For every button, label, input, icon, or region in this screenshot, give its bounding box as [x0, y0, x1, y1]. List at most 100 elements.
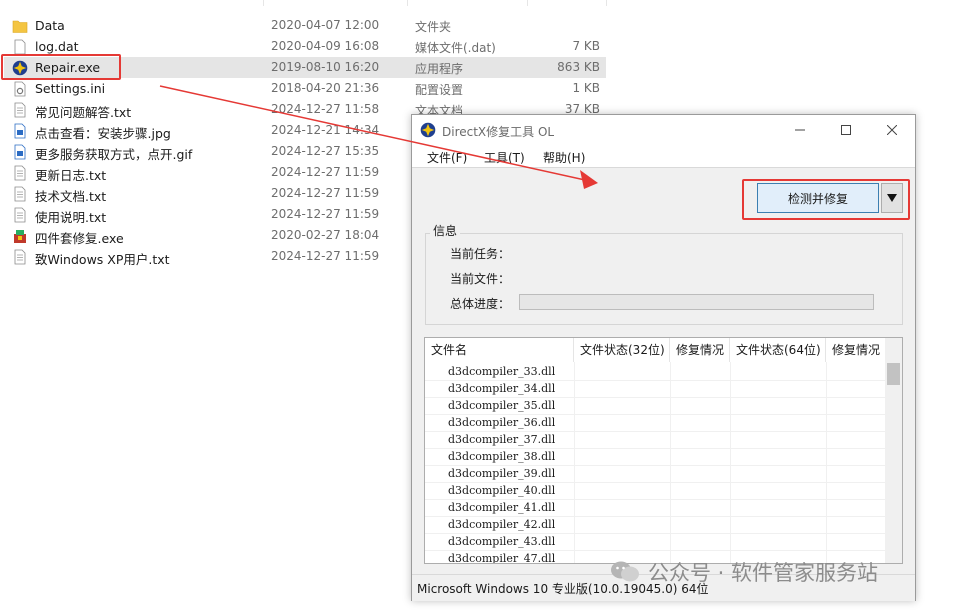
- file-name: 使用说明.txt: [35, 210, 107, 225]
- dll-name: d3dcompiler_34.dll: [448, 382, 556, 395]
- file-type: 配置设置: [415, 83, 464, 97]
- file-name: 更多服务获取方式，点开.gif: [35, 147, 193, 162]
- file-name: 更新日志.txt: [35, 168, 107, 183]
- minimize-button[interactable]: [777, 115, 823, 145]
- installer-icon: [14, 230, 26, 243]
- text-file-icon: [14, 165, 26, 181]
- text-file-icon: [14, 207, 26, 223]
- maximize-icon: [841, 125, 851, 135]
- close-button[interactable]: [869, 115, 915, 145]
- dll-name: d3dcompiler_41.dll: [448, 501, 556, 514]
- file-size: 7 KB: [572, 39, 600, 53]
- minimize-icon: [795, 129, 805, 131]
- file-type: 文件夹: [415, 20, 452, 34]
- dll-name: d3dcompiler_39.dll: [448, 467, 556, 480]
- highlight-box-repair-exe: [1, 54, 121, 80]
- current-task-label: 当前任务：: [450, 247, 511, 261]
- file-name: 致Windows XP用户.txt: [35, 252, 170, 267]
- maximize-button[interactable]: [823, 115, 869, 145]
- dialog-title: DirectX修复工具 OL: [442, 125, 555, 139]
- file-date: 2024-12-27 11:59: [271, 165, 380, 179]
- column-divider[interactable]: [606, 0, 607, 6]
- column-divider[interactable]: [407, 0, 408, 6]
- dll-name: d3dcompiler_36.dll: [448, 416, 556, 429]
- dll-name: d3dcompiler_47.dll: [448, 552, 556, 564]
- table-row[interactable]: d3dcompiler_41.dll: [425, 499, 885, 517]
- text-file-icon: [14, 186, 26, 202]
- column-header-repair-64[interactable]: 修复情况: [826, 338, 886, 362]
- wechat-icon: [611, 561, 639, 582]
- file-name: 常见问题解答.txt: [35, 105, 132, 120]
- dialog-titlebar[interactable]: DirectX修复工具 OL: [412, 115, 915, 145]
- folder-icon: [12, 20, 28, 33]
- file-name: 四件套修复.exe: [35, 231, 124, 246]
- file-name: log.dat: [35, 39, 79, 54]
- image-file-icon: [14, 123, 26, 139]
- repair-app-icon: [420, 122, 436, 138]
- file-date: 2020-02-27 18:04: [271, 228, 380, 242]
- image-file-icon: [14, 144, 26, 160]
- file-row-settings[interactable]: Settings.ini 2018-04-20 21:36 配置设置 1 KB: [4, 78, 606, 99]
- file-name: 技术文档.txt: [35, 189, 107, 204]
- directx-repair-dialog: DirectX修复工具 OL 文件(F) 工具(T) 帮助(H) 检测并修复 信…: [411, 114, 916, 601]
- file-date: 2020-04-09 16:08: [271, 39, 380, 53]
- watermark-text: 公众号 · 软件管家服务站: [648, 561, 879, 585]
- file-type: 媒体文件(.dat): [415, 41, 496, 55]
- dll-name: d3dcompiler_37.dll: [448, 433, 556, 446]
- file-date: 2019-08-10 16:20: [271, 60, 380, 74]
- scrollbar-thumb[interactable]: [887, 363, 900, 385]
- column-header-filename[interactable]: 文件名: [425, 338, 574, 362]
- dll-name: d3dcompiler_42.dll: [448, 518, 556, 531]
- table-row[interactable]: d3dcompiler_39.dll: [425, 465, 885, 483]
- dll-name: d3dcompiler_33.dll: [448, 365, 556, 378]
- table-row[interactable]: d3dcompiler_42.dll: [425, 516, 885, 534]
- file-size: 863 KB: [557, 60, 600, 74]
- table-row[interactable]: d3dcompiler_40.dll: [425, 482, 885, 500]
- file-date: 2024-12-21 14:34: [271, 123, 380, 137]
- text-file-icon: [14, 249, 26, 265]
- dll-name: d3dcompiler_40.dll: [448, 484, 556, 497]
- file-name: 点击查看：安装步骤.jpg: [35, 126, 171, 141]
- settings-file-icon: [14, 81, 26, 97]
- menu-help[interactable]: 帮助(H): [543, 149, 585, 166]
- highlight-box-repair-button: [742, 179, 910, 220]
- file-date: 2024-12-27 11:59: [271, 207, 380, 221]
- overall-progress-bar: [519, 294, 874, 310]
- table-row[interactable]: d3dcompiler_37.dll: [425, 431, 885, 449]
- dll-name: d3dcompiler_38.dll: [448, 450, 556, 463]
- column-header-repair-32[interactable]: 修复情况: [670, 338, 730, 362]
- column-divider[interactable]: [527, 0, 528, 6]
- file-date: 2024-12-27 11:59: [271, 186, 380, 200]
- overall-progress-label: 总体进度：: [450, 297, 511, 311]
- file-name: Data: [35, 18, 65, 33]
- column-header-status-64[interactable]: 文件状态(64位): [730, 338, 826, 362]
- table-scrollbar[interactable]: [885, 338, 902, 563]
- file-type: 应用程序: [415, 62, 464, 76]
- file-date: 2024-12-27 11:58: [271, 102, 380, 116]
- watermark: 公众号 · 软件管家服务站: [610, 556, 878, 588]
- dll-name: d3dcompiler_43.dll: [448, 535, 556, 548]
- file-name: Settings.ini: [35, 81, 106, 96]
- table-row[interactable]: d3dcompiler_38.dll: [425, 448, 885, 466]
- menu-tools[interactable]: 工具(T): [484, 149, 525, 166]
- menu-bar: 文件(F) 工具(T) 帮助(H): [412, 145, 915, 168]
- table-row[interactable]: d3dcompiler_33.dll: [425, 363, 885, 381]
- current-file-label: 当前文件：: [450, 272, 511, 286]
- table-row[interactable]: d3dcompiler_43.dll: [425, 533, 885, 551]
- menu-file[interactable]: 文件(F): [427, 149, 467, 166]
- table-row[interactable]: d3dcompiler_36.dll: [425, 414, 885, 432]
- table-row[interactable]: d3dcompiler_35.dll: [425, 397, 885, 415]
- dll-name: d3dcompiler_35.dll: [448, 399, 556, 412]
- column-divider[interactable]: [263, 0, 264, 6]
- file-date: 2018-04-20 21:36: [271, 81, 380, 95]
- file-row-data[interactable]: Data 2020-04-07 12:00 文件夹: [4, 15, 606, 36]
- info-legend: 信息: [430, 222, 461, 239]
- column-header-status-32[interactable]: 文件状态(32位): [574, 338, 670, 362]
- file-date: 2024-12-27 15:35: [271, 144, 380, 158]
- file-date: 2020-04-07 12:00: [271, 18, 380, 32]
- file-date: 2024-12-27 11:59: [271, 249, 380, 263]
- file-size: 1 KB: [572, 81, 600, 95]
- blank-file-icon: [14, 39, 26, 55]
- table-row[interactable]: d3dcompiler_34.dll: [425, 380, 885, 398]
- file-status-table[interactable]: 文件名 文件状态(32位) 修复情况 文件状态(64位) 修复情况 d3dcom…: [424, 337, 903, 564]
